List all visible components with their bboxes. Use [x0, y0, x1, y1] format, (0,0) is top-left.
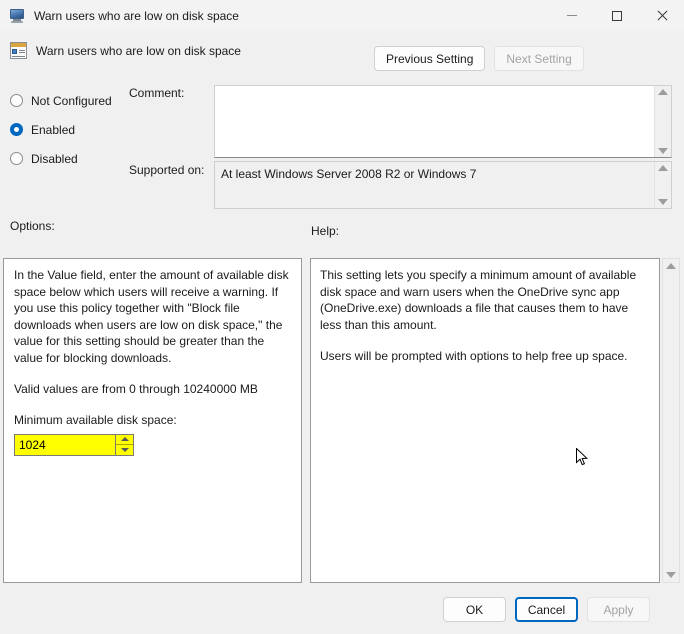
- scroll-up-icon[interactable]: [658, 165, 668, 171]
- help-label: Help:: [311, 224, 340, 238]
- scroll-down-icon[interactable]: [658, 148, 668, 154]
- scroll-down-icon[interactable]: [658, 199, 668, 205]
- radio-enabled-indicator: [10, 123, 23, 136]
- title-bar: Warn users who are low on disk space: [0, 0, 684, 31]
- help-scrollbar[interactable]: [662, 258, 680, 583]
- dialog-buttons: OK Cancel Apply: [443, 597, 650, 622]
- help-panel: This setting lets you specify a minimum …: [310, 258, 660, 583]
- stepper-up-button[interactable]: [116, 434, 133, 445]
- radio-disabled-indicator: [10, 152, 23, 165]
- window-controls: [549, 0, 684, 31]
- options-description: In the Value field, enter the amount of …: [14, 268, 289, 365]
- cancel-button[interactable]: Cancel: [515, 597, 578, 622]
- spinner-up-icon: [120, 437, 129, 442]
- scroll-up-icon[interactable]: [658, 89, 668, 95]
- close-button[interactable]: [639, 0, 684, 31]
- help-paragraph-1: This setting lets you specify a minimum …: [320, 268, 637, 332]
- options-panel: In the Value field, enter the amount of …: [3, 258, 302, 583]
- scroll-up-icon[interactable]: [666, 263, 676, 269]
- comment-value[interactable]: [215, 86, 654, 157]
- radio-enabled[interactable]: Enabled: [10, 117, 130, 142]
- navigation-buttons: Previous Setting Next Setting: [374, 46, 584, 71]
- radio-enabled-label: Enabled: [31, 122, 76, 137]
- close-icon: [656, 10, 667, 21]
- comment-label: Comment:: [129, 86, 185, 100]
- maximize-button[interactable]: [594, 0, 639, 31]
- policy-setting-icon: [10, 42, 27, 59]
- setting-name: Warn users who are low on disk space: [36, 43, 241, 58]
- radio-not-configured[interactable]: Not Configured: [10, 88, 130, 113]
- monitor-icon: [9, 8, 25, 24]
- previous-setting-button[interactable]: Previous Setting: [374, 46, 486, 71]
- radio-not-configured-indicator: [10, 94, 23, 107]
- min-disk-space-input[interactable]: 1024: [15, 434, 115, 455]
- options-label: Options:: [10, 219, 55, 233]
- supported-on-label: Supported on:: [129, 163, 205, 177]
- comment-field[interactable]: [214, 85, 672, 158]
- comment-scrollbar[interactable]: [654, 86, 671, 157]
- supported-on-scrollbar[interactable]: [654, 162, 671, 208]
- help-paragraph-2: Users will be prompted with options to h…: [320, 349, 628, 363]
- supported-on-value: At least Windows Server 2008 R2 or Windo…: [221, 167, 477, 181]
- minimize-button[interactable]: [549, 0, 594, 31]
- min-disk-space-stepper[interactable]: 1024: [14, 433, 134, 456]
- minimize-icon: [566, 15, 577, 16]
- window-title: Warn users who are low on disk space: [34, 8, 239, 23]
- maximize-icon: [611, 10, 622, 21]
- next-setting-button: Next Setting: [494, 46, 584, 71]
- state-radio-group: Not Configured Enabled Disabled: [10, 88, 130, 175]
- stepper-buttons[interactable]: [115, 434, 133, 455]
- options-valid-values: Valid values are from 0 through 10240000…: [14, 382, 258, 396]
- ok-button[interactable]: OK: [443, 597, 506, 622]
- radio-disabled[interactable]: Disabled: [10, 146, 130, 171]
- setting-header: Warn users who are low on disk space: [10, 42, 241, 59]
- radio-not-configured-label: Not Configured: [31, 93, 112, 108]
- supported-on-field: At least Windows Server 2008 R2 or Windo…: [214, 161, 672, 209]
- min-disk-space-label: Minimum available disk space:: [14, 412, 177, 427]
- radio-disabled-label: Disabled: [31, 151, 78, 166]
- stepper-down-button[interactable]: [116, 445, 133, 455]
- scroll-down-icon[interactable]: [666, 572, 676, 578]
- spinner-down-icon: [120, 447, 129, 452]
- apply-button: Apply: [587, 597, 650, 622]
